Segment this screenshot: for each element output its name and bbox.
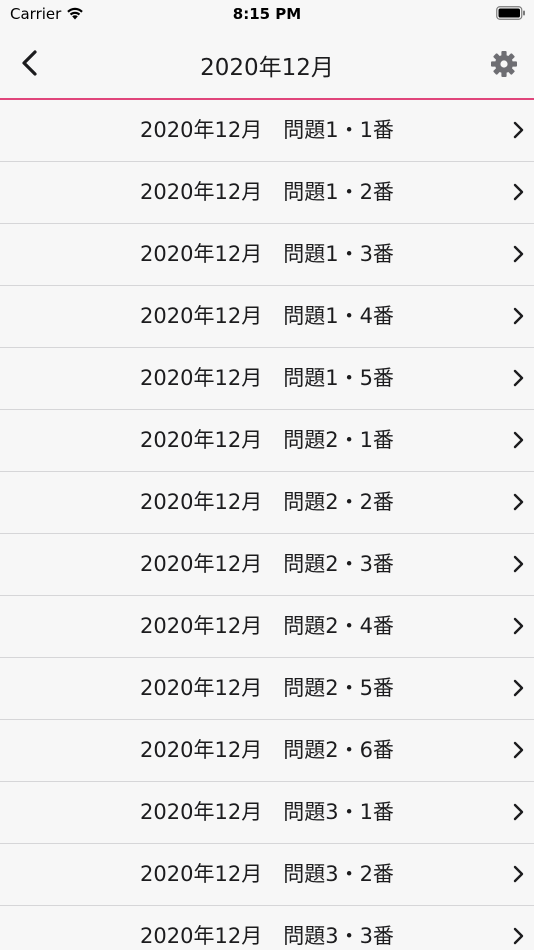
list-item[interactable]: 2020年12月 問題2・1番 <box>0 410 534 472</box>
list-item[interactable]: 2020年12月 問題2・4番 <box>0 596 534 658</box>
list-item[interactable]: 2020年12月 問題2・6番 <box>0 720 534 782</box>
chevron-right-icon <box>513 679 524 697</box>
problem-list: 2020年12月 問題1・1番 2020年12月 問題1・2番 2020年12月… <box>0 100 534 950</box>
list-item-label: 2020年12月 問題3・3番 <box>140 924 394 948</box>
list-item[interactable]: 2020年12月 問題2・5番 <box>0 658 534 720</box>
status-bar: Carrier 8:15 PM <box>0 0 534 28</box>
list-item-label: 2020年12月 問題1・1番 <box>140 118 394 142</box>
list-item-label: 2020年12月 問題2・5番 <box>140 676 394 700</box>
list-item-label: 2020年12月 問題2・1番 <box>140 428 394 452</box>
list-item[interactable]: 2020年12月 問題2・2番 <box>0 472 534 534</box>
page-title: 2020年12月 <box>200 55 334 81</box>
list-item-label: 2020年12月 問題1・4番 <box>140 304 394 328</box>
list-item-label: 2020年12月 問題1・2番 <box>140 180 394 204</box>
list-item[interactable]: 2020年12月 問題1・2番 <box>0 162 534 224</box>
back-button[interactable] <box>12 46 46 80</box>
list-item-label: 2020年12月 問題2・3番 <box>140 552 394 576</box>
list-item[interactable]: 2020年12月 問題1・5番 <box>0 348 534 410</box>
chevron-right-icon <box>513 555 524 573</box>
list-item-label: 2020年12月 問題2・6番 <box>140 738 394 762</box>
battery-icon <box>496 6 525 20</box>
list-item[interactable]: 2020年12月 問題3・2番 <box>0 844 534 906</box>
chevron-right-icon <box>513 493 524 511</box>
chevron-right-icon <box>513 183 524 201</box>
list-item-label: 2020年12月 問題3・1番 <box>140 800 394 824</box>
list-item[interactable]: 2020年12月 問題2・3番 <box>0 534 534 596</box>
list-item[interactable]: 2020年12月 問題3・3番 <box>0 906 534 950</box>
list-item-label: 2020年12月 問題3・2番 <box>140 862 394 886</box>
chevron-left-icon <box>22 50 37 76</box>
list-item[interactable]: 2020年12月 問題1・1番 <box>0 100 534 162</box>
chevron-right-icon <box>513 927 524 945</box>
settings-button[interactable] <box>488 48 520 80</box>
chevron-right-icon <box>513 741 524 759</box>
chevron-right-icon <box>513 121 524 139</box>
chevron-right-icon <box>513 865 524 883</box>
list-item[interactable]: 2020年12月 問題3・1番 <box>0 782 534 844</box>
list-item[interactable]: 2020年12月 問題1・4番 <box>0 286 534 348</box>
chevron-right-icon <box>513 431 524 449</box>
list-item-label: 2020年12月 問題1・5番 <box>140 366 394 390</box>
chevron-right-icon <box>513 803 524 821</box>
chevron-right-icon <box>513 369 524 387</box>
chevron-right-icon <box>513 617 524 635</box>
list-item-label: 2020年12月 問題1・3番 <box>140 242 394 266</box>
chevron-right-icon <box>513 245 524 263</box>
navigation-bar: 2020年12月 <box>0 28 534 100</box>
status-time: 8:15 PM <box>232 5 302 23</box>
list-item[interactable]: 2020年12月 問題1・3番 <box>0 224 534 286</box>
chevron-right-icon <box>513 307 524 325</box>
gear-icon <box>491 51 517 77</box>
list-item-label: 2020年12月 問題2・4番 <box>140 614 394 638</box>
list-item-label: 2020年12月 問題2・2番 <box>140 490 394 514</box>
